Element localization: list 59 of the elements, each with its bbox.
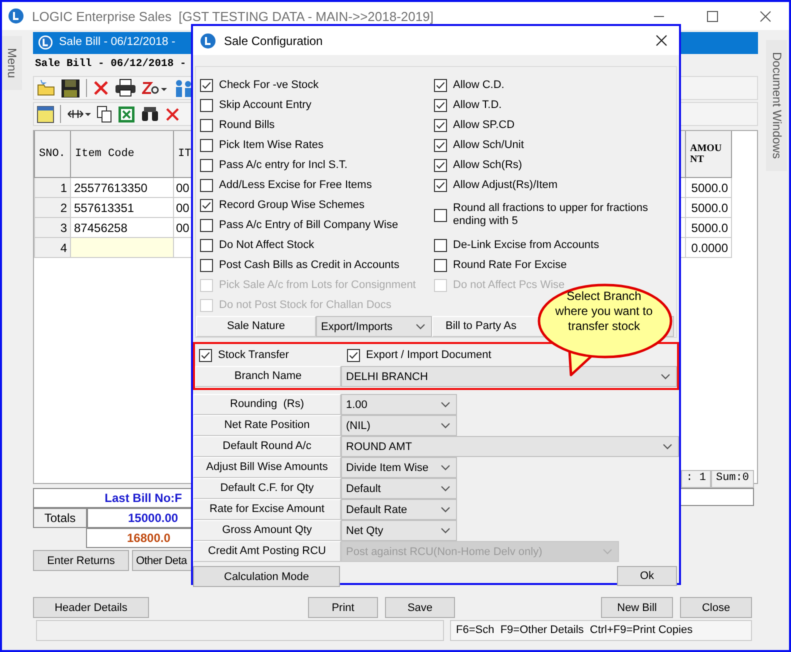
field-label: Bill to Party As <box>446 320 516 332</box>
option-label: Pass A/c entry for Incl S.T. <box>219 159 348 171</box>
field-label: Sale Nature <box>196 316 316 337</box>
sum-label: Sum:0 <box>710 470 754 488</box>
option-label: Pass A/c Entry of Bill Company Wise <box>219 219 398 231</box>
field-label: Rounding (Rs) <box>193 394 341 415</box>
option-label: Skip Account Entry <box>219 99 312 111</box>
option-label: Pick Sale A/c from Lots for Consignment <box>219 279 416 291</box>
option-label: Allow C.D. <box>453 79 504 91</box>
table-cell: 1 <box>34 178 70 198</box>
table-cell: 0.0000 <box>686 238 732 258</box>
field-label: Rate for Excise Amount <box>193 499 341 520</box>
table-cell: 00 <box>176 220 190 234</box>
column-header: SNO. <box>34 131 70 178</box>
field-label: Default Round A/c <box>193 436 341 457</box>
option-label: De-Link Excise from Accounts <box>453 239 600 251</box>
field-label: Net Rate Position <box>193 415 341 436</box>
option-label: Pick Item Wise Rates <box>219 139 324 151</box>
shortcut-hint: F6=Sch F9=Other Details Ctrl+F9=Print Copies <box>450 620 752 641</box>
table-cell: 3 <box>34 218 70 238</box>
option-label: Round all fractions to upper for fractions ending with 5 <box>453 202 650 228</box>
window-title: LOGIC Enterprise Sales [GST TESTING DATA - MAIN->>2018-2019] <box>32 8 434 24</box>
option-label: Export / Import Document <box>366 349 492 361</box>
table-cell: 5000.0 <box>686 218 732 238</box>
option-label: Post Cash Bills as Credit in Accounts <box>219 259 400 271</box>
table-cell: 00 <box>176 180 190 194</box>
totals-label: Totals <box>33 508 87 528</box>
document-heading: Sale Bill - 06/12/2018 - <box>35 58 186 70</box>
count-label: : 1 <box>681 470 711 488</box>
table-cell: 5000.0 <box>686 178 732 198</box>
option-label: Allow Adjust(Rs)/Item <box>453 179 558 191</box>
option-label: Allow SP.CD <box>453 119 515 131</box>
callout-text: Select Branch where you want to transfer stock <box>554 289 654 334</box>
field-label: Credit Amt Posting RCU <box>193 541 341 562</box>
option-label: Round Bills <box>219 119 275 131</box>
column-header: AMOUNT <box>686 131 732 178</box>
option-label: Allow T.D. <box>453 99 502 111</box>
table-cell: 2 <box>34 198 70 218</box>
option-label: Do Not Affect Stock <box>219 239 314 251</box>
table-cell: 00 <box>176 200 190 214</box>
column-header: Item Code <box>70 131 174 178</box>
field-label: Gross Amount Qty <box>193 520 341 541</box>
option-label: Check For -ve Stock <box>219 79 319 91</box>
field-label: Branch Name <box>195 366 341 387</box>
total-value: 15000.00 <box>128 511 178 525</box>
field-label: Adjust Bill Wise Amounts <box>193 457 341 478</box>
option-label: Do not Affect Pcs Wise <box>453 279 565 291</box>
option-label: Add/Less Excise for Free Items <box>219 179 372 191</box>
table-cell: 5000.0 <box>686 198 732 218</box>
option-label: Stock Transfer <box>218 349 289 361</box>
total-value: 16800.0 <box>127 531 170 545</box>
option-label: Round Rate For Excise <box>453 259 567 271</box>
last-bill-label: Last Bill No:F <box>104 491 182 505</box>
dialog-title: Sale Configuration <box>224 34 323 48</box>
option-label: Record Group Wise Schemes <box>219 199 364 211</box>
option-label: Do not Post Stock for Challan Docs <box>219 299 392 311</box>
field-label: Default C.F. for Qty <box>193 478 341 499</box>
document-title: Sale Bill - 06/12/2018 - <box>59 36 176 48</box>
table-cell: 4 <box>34 238 70 258</box>
